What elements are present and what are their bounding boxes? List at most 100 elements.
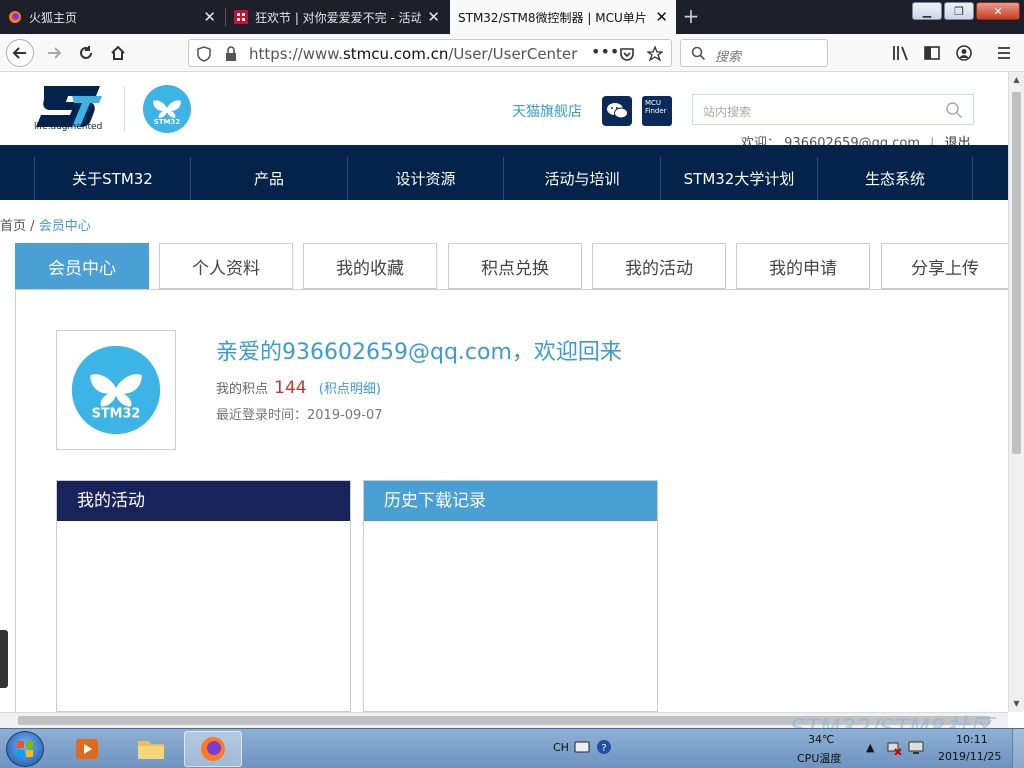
clock-date[interactable]: 2019/11/25	[938, 750, 1001, 763]
tab-profile[interactable]: 个人资料	[159, 243, 293, 289]
tab-favorites[interactable]: 我的收藏	[303, 243, 437, 289]
close-icon[interactable]: ✕	[655, 8, 668, 26]
home-icon	[111, 45, 125, 60]
menu-icon[interactable]	[996, 45, 1012, 61]
shield-icon	[197, 46, 211, 62]
display-icon[interactable]	[908, 741, 924, 755]
nav-item-design-resources[interactable]: 设计资源	[347, 157, 503, 200]
account-icon[interactable]	[956, 45, 972, 61]
tab-my-applications[interactable]: 我的申请	[736, 243, 870, 289]
nav-item-ecosystem[interactable]: 生态系统	[817, 157, 973, 200]
maximize-button[interactable]: ❐	[944, 2, 974, 20]
keyboard-icon[interactable]	[574, 741, 590, 753]
member-tabs: 会员中心 个人资料 我的收藏 积点兑换 我的活动 我的申请 分享上传	[15, 243, 1008, 290]
stm32-logo[interactable]: STM32	[142, 84, 192, 134]
scrollbar-thumb[interactable]	[1012, 92, 1021, 454]
start-button[interactable]	[6, 731, 44, 767]
browser-tab-firefox-home[interactable]: 火狐主页 ✕	[0, 0, 224, 34]
tab-title: 火狐主页	[29, 10, 78, 25]
last-login-label: 最近登录时间：	[216, 408, 308, 423]
side-grip[interactable]	[0, 630, 8, 688]
last-login-row: 最近登录时间：2019-09-07	[216, 404, 383, 423]
panel-title: 我的活动	[57, 481, 350, 521]
download-history-panel: 历史下载记录	[363, 480, 658, 712]
new-tab-button[interactable]: +	[680, 4, 702, 28]
site-search-placeholder: 站内搜索	[703, 105, 752, 119]
search-placeholder: 搜索	[715, 50, 742, 65]
close-icon[interactable]: ✕	[203, 8, 216, 26]
ime-indicator[interactable]: CH	[553, 741, 569, 754]
logo-divider	[124, 86, 125, 132]
taskbar-file-explorer[interactable]	[122, 731, 180, 767]
tab-points-exchange[interactable]: 积点兑换	[448, 243, 582, 289]
home-button[interactable]	[104, 39, 132, 67]
nav-item-events[interactable]: 活动与培训	[503, 157, 660, 200]
forward-button[interactable]	[40, 39, 68, 67]
search-icon	[691, 46, 706, 61]
nav-item-about[interactable]: 关于STM32	[34, 157, 190, 200]
library-icon[interactable]	[892, 45, 910, 61]
browser-tab-strip: 火狐主页 ✕ 狂欢节 | 对你爱爱爱不完 - 活动 ✕ STM32/STM8微控…	[0, 0, 1024, 34]
browser-tab-stm32[interactable]: STM32/STM8微控制器 | MCU单片 ✕	[450, 0, 676, 34]
nav-item-university[interactable]: STM32大学计划	[660, 157, 817, 200]
reload-icon	[80, 46, 92, 59]
url-bar[interactable]: https://www.stmcu.com.cn/User/UserCenter…	[188, 39, 672, 67]
scroll-up-arrow[interactable]: ▲	[1009, 72, 1024, 88]
url-text: https://www.stmcu.com.cn/User/UserCenter	[249, 45, 577, 63]
browser-tab-carnival[interactable]: 狂欢节 | 对你爱爱爱不完 - 活动 ✕	[226, 0, 448, 34]
grid-icon	[234, 10, 248, 24]
nav-item-products[interactable]: 产品	[190, 157, 347, 200]
browser-search-input[interactable]: 搜索	[680, 39, 828, 67]
cpu-temperature-label: CPU温度	[797, 752, 842, 765]
back-button[interactable]	[6, 39, 34, 67]
windows-taskbar: CH ? 34℃ CPU温度 ▲ 10:11 2019/11/25	[0, 728, 1024, 768]
pocket-icon[interactable]	[619, 46, 635, 62]
taskbar-media-player[interactable]	[58, 731, 116, 767]
points-label: 我的积点	[216, 382, 269, 397]
lock-icon	[226, 46, 236, 61]
minimize-button[interactable]: ▁	[912, 2, 942, 20]
star-icon[interactable]	[647, 46, 663, 62]
tab-my-activities[interactable]: 我的活动	[592, 243, 726, 289]
show-desktop-button[interactable]	[1012, 729, 1024, 768]
close-icon[interactable]: ✕	[427, 8, 440, 26]
tmall-store-link[interactable]: 天猫旗舰店	[512, 101, 582, 121]
logo-tagline: life.augmented	[34, 122, 103, 132]
close-window-button[interactable]: ✕	[976, 2, 1020, 20]
tab-share-upload[interactable]: 分享上传	[881, 243, 1008, 289]
points-value: 144	[274, 378, 307, 398]
help-icon[interactable]: ?	[596, 739, 612, 755]
wechat-button[interactable]	[602, 96, 632, 126]
points-detail-link[interactable]: (积点明细)	[319, 382, 381, 397]
avatar-badge-text: STM32	[92, 407, 141, 422]
media-player-icon	[76, 739, 98, 759]
clock-time[interactable]: 10:11	[956, 733, 988, 746]
scroll-down-arrow[interactable]: ▼	[1009, 696, 1024, 712]
points-row: 我的积点 144 (积点明细)	[216, 378, 381, 398]
vertical-scrollbar[interactable]: ▲ ▼	[1008, 72, 1024, 712]
network-icon[interactable]	[886, 741, 902, 755]
mcu-finder-button[interactable]: MCU Finder	[642, 96, 672, 126]
window-controls: ▁ ❐ ✕	[912, 2, 1020, 20]
site-search-input[interactable]: 站内搜索	[692, 94, 974, 125]
sidebar-icon[interactable]	[924, 45, 940, 61]
breadcrumb-current[interactable]: 会员中心	[39, 219, 91, 234]
firefox-icon	[9, 11, 21, 23]
tray-expand-icon[interactable]: ▲	[866, 741, 874, 754]
breadcrumb-home[interactable]: 首页	[0, 219, 26, 234]
tab-title: 狂欢节 | 对你爱爱爱不完 - 活动	[255, 10, 422, 25]
cpu-temperature: 34℃	[808, 733, 835, 746]
tab-member-center[interactable]: 会员中心	[15, 243, 149, 289]
tab-title: STM32/STM8微控制器 | MCU单片	[458, 10, 647, 25]
reload-button[interactable]	[72, 39, 100, 67]
last-login-value: 2019-09-07	[307, 408, 383, 423]
page-actions-icon[interactable]: •••	[591, 42, 619, 61]
welcome-greeting: 亲爱的936602659@qq.com，欢迎回来	[216, 340, 622, 365]
search-icon[interactable]	[945, 101, 963, 119]
windows-logo-icon	[17, 741, 33, 757]
folder-icon	[138, 741, 164, 759]
page-viewport: life.augmented STM32 天猫旗舰店 MCU Finder 站内…	[0, 72, 1008, 712]
taskbar-firefox[interactable]	[184, 731, 242, 767]
wechat-icon	[607, 103, 628, 119]
arrow-right-icon	[48, 47, 62, 59]
